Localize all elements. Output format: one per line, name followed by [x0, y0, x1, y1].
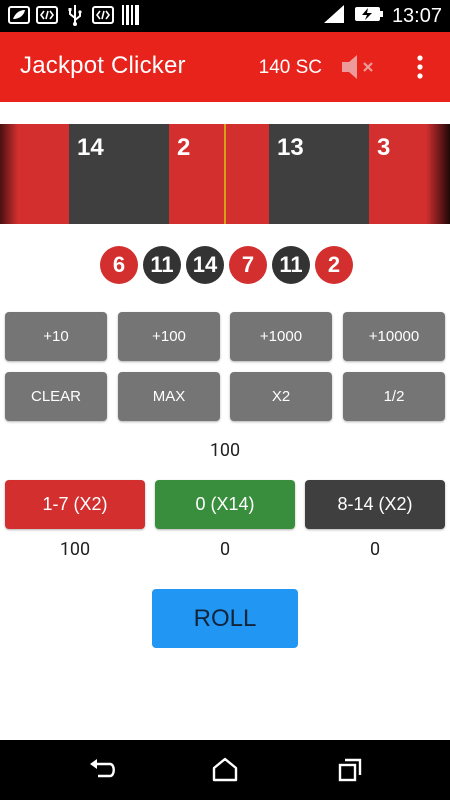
strip-shadow-right	[426, 124, 450, 224]
max-button[interactable]: MAX	[118, 372, 220, 421]
add-1000-button[interactable]: +1000	[230, 312, 332, 361]
green-bet-total: 0	[219, 539, 231, 560]
bet-red-button[interactable]: 1-7 (X2)	[5, 480, 145, 529]
wheel-segment: 2	[169, 124, 269, 224]
wheel-segment-number: 14	[77, 134, 104, 161]
wheel-pointer	[224, 124, 226, 224]
history-ball: 14	[186, 246, 224, 284]
code-icon	[36, 4, 58, 26]
bet-amount: 100	[209, 440, 241, 461]
add-100-button[interactable]: +100	[118, 312, 220, 361]
red-bet-total: 100	[59, 539, 91, 560]
add-10000-button[interactable]: +10000	[343, 312, 445, 361]
navigation-bar	[0, 740, 450, 800]
history-ball: 11	[143, 246, 181, 284]
wheel-segment: 13	[269, 124, 369, 224]
clock: 13:07	[391, 4, 442, 27]
wheel-segment-number: 2	[177, 134, 191, 161]
roll-button[interactable]: ROLL	[152, 589, 298, 648]
half-button[interactable]: 1/2	[343, 372, 445, 421]
app-title: Jackpot Clicker	[20, 52, 186, 79]
home-icon[interactable]	[208, 754, 242, 786]
volume-mute-icon[interactable]	[339, 52, 379, 82]
battery-charging-icon	[354, 5, 384, 27]
roll-history: 6 11 14 7 11 2	[100, 246, 353, 284]
status-bar: 13:07	[0, 0, 450, 32]
balance-display: 140 SC	[258, 57, 322, 78]
barcode-icon	[120, 4, 142, 26]
signal-icon	[322, 3, 346, 29]
usb-icon	[64, 4, 86, 26]
leaf-icon	[8, 4, 30, 26]
recents-icon[interactable]	[333, 754, 367, 786]
app-bar: Jackpot Clicker 140 SC	[0, 32, 450, 102]
code-icon	[92, 4, 114, 26]
history-ball: 7	[229, 246, 267, 284]
status-system-icons: 13:07	[322, 2, 442, 30]
history-ball: 6	[100, 246, 138, 284]
bet-black-button[interactable]: 8-14 (X2)	[305, 480, 445, 529]
black-bet-total: 0	[369, 539, 381, 560]
wheel-segment-number: 13	[277, 134, 304, 161]
wheel-segment-number: 3	[377, 134, 391, 161]
status-notification-icons	[8, 4, 142, 26]
clear-button[interactable]: CLEAR	[5, 372, 107, 421]
bet-green-button[interactable]: 0 (X14)	[155, 480, 295, 529]
history-ball: 11	[272, 246, 310, 284]
add-10-button[interactable]: +10	[5, 312, 107, 361]
double-button[interactable]: X2	[230, 372, 332, 421]
overflow-menu-icon[interactable]	[406, 52, 434, 82]
history-ball: 2	[315, 246, 353, 284]
back-icon[interactable]	[86, 754, 120, 786]
wheel-segment: 14	[69, 124, 169, 224]
roulette-strip: 14 2 13 3	[0, 124, 450, 224]
strip-shadow-left	[0, 124, 18, 224]
